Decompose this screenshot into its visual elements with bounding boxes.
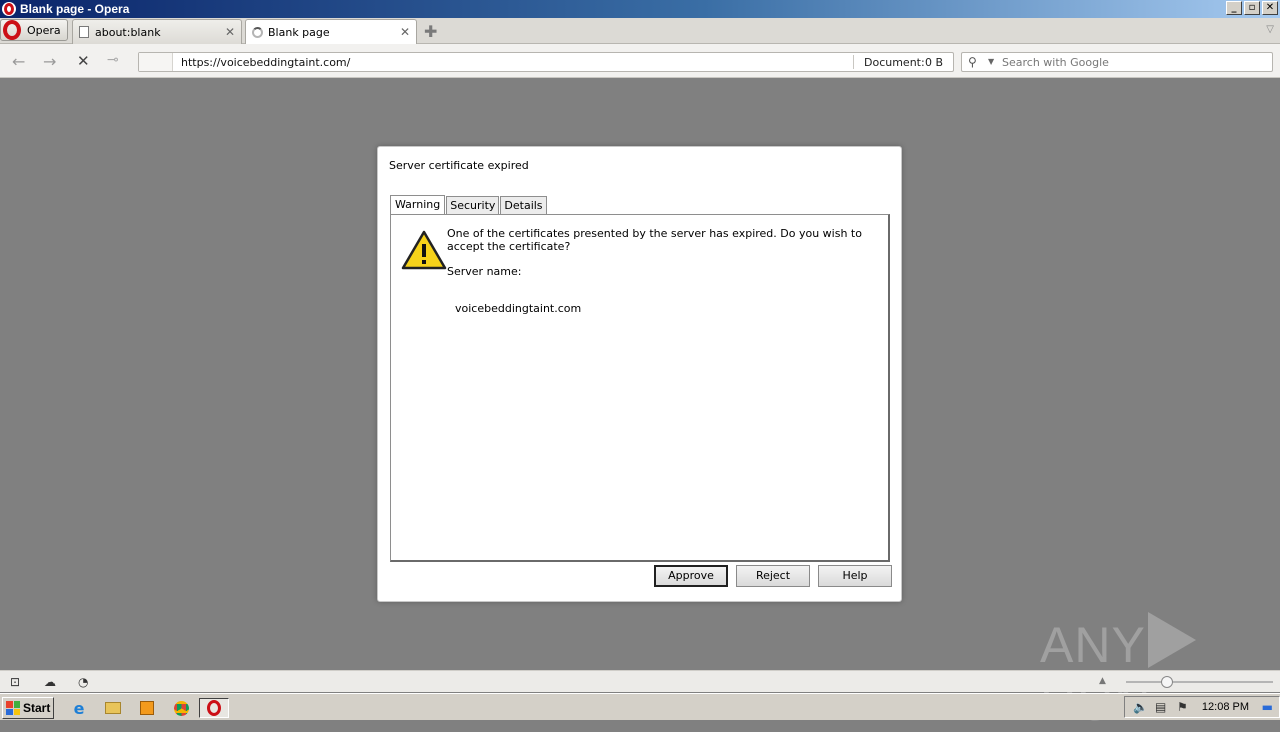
warning-triangle-icon (401, 230, 447, 270)
warning-message: One of the certificates presented by the… (447, 227, 862, 253)
warning-panel: One of the certificates presented by the… (390, 214, 890, 562)
tab-label: Blank page (268, 26, 330, 39)
maximize-button[interactable]: ▫ (1244, 1, 1260, 15)
dialog-tabs: Warning Security Details (390, 195, 548, 215)
windows-taskbar: Start e 🔈 ▤ ⚑ 12:08 PM ▬ (0, 693, 1280, 720)
zoom-slider-thumb[interactable] (1161, 676, 1173, 688)
speedometer-icon[interactable]: ◔ (78, 675, 88, 689)
magnifier-icon: ⚲ (968, 55, 977, 69)
search-field[interactable]: ⚲ ▼ Search with Google (961, 52, 1273, 72)
tab-about-blank[interactable]: about:blank ✕ (72, 19, 242, 44)
folder-icon[interactable] (102, 698, 124, 718)
clock: 12:08 PM (1201, 701, 1249, 713)
window-title: Blank page - Opera (20, 2, 130, 16)
address-bar[interactable]: https://voicebeddingtaint.com/ Document:… (138, 52, 954, 72)
forward-arrow-icon[interactable]: → (43, 52, 56, 71)
watermark-left: ANY (1040, 617, 1146, 673)
search-placeholder[interactable]: Search with Google (1002, 56, 1109, 69)
network-icon[interactable]: ▤ (1155, 700, 1166, 714)
tab-bar: Opera about:blank ✕ Blank page ✕ ✚ ▽ (0, 18, 1280, 45)
volume-icon[interactable]: 🔈 (1133, 700, 1148, 714)
server-name-value: voicebeddingtaint.com (455, 302, 582, 315)
reject-button[interactable]: Reject (736, 565, 810, 587)
panel-toggle-icon[interactable]: ⊡ (10, 675, 20, 689)
show-desktop-icon[interactable]: ▬ (1262, 700, 1273, 714)
flag-icon[interactable]: ⚑ (1177, 700, 1188, 714)
opera-logo-icon (3, 20, 21, 40)
minimize-button[interactable]: _ (1226, 1, 1242, 15)
zoom-up-icon[interactable]: ▲ (1099, 676, 1106, 686)
new-tab-icon[interactable]: ✚ (424, 22, 437, 41)
server-name-label: Server name: (447, 265, 522, 278)
status-bar: ⊡ ☁ ◔ ▲ (0, 670, 1280, 692)
site-badge[interactable] (139, 53, 173, 71)
start-button[interactable]: Start (2, 697, 54, 719)
document-size-label: Document: (864, 56, 925, 69)
tab-security[interactable]: Security (446, 196, 500, 215)
url-text[interactable]: https://voicebeddingtaint.com/ (181, 56, 350, 69)
tab-label: about:blank (95, 25, 161, 39)
approve-button[interactable]: Approve (654, 565, 728, 587)
close-button[interactable]: ✕ (1262, 1, 1278, 15)
tab-blank-page[interactable]: Blank page ✕ (245, 19, 417, 45)
address-toolbar: ← → ✕ ⊸ https://voicebeddingtaint.com/ D… (0, 44, 1280, 78)
opera-taskbar-icon[interactable] (199, 698, 229, 718)
tab-warning[interactable]: Warning (390, 195, 446, 215)
internet-explorer-icon[interactable]: e (68, 698, 90, 718)
document-size-value: 0 B (925, 56, 944, 69)
zoom-slider-track[interactable] (1126, 681, 1273, 683)
opera-logo-icon (2, 2, 16, 16)
search-engine-dropdown-icon[interactable]: ▼ (988, 57, 994, 66)
dialog-title: Server certificate expired (389, 159, 529, 172)
start-label: Start (23, 701, 51, 715)
help-button[interactable]: Help (818, 565, 892, 587)
windows-flag-icon (6, 701, 20, 715)
opera-menu-label: Opera (27, 23, 61, 37)
certificate-dialog: Server certificate expired Warning Secur… (377, 146, 902, 602)
chevron-down-icon[interactable]: ▽ (1266, 24, 1274, 35)
opera-menu-button[interactable]: Opera (0, 19, 68, 41)
chrome-icon[interactable] (170, 698, 192, 718)
loading-spinner-icon (252, 27, 263, 38)
media-player-icon[interactable] (136, 698, 158, 718)
play-icon (1147, 612, 1196, 668)
cloud-icon[interactable]: ☁ (44, 675, 56, 689)
tab-details[interactable]: Details (500, 196, 547, 215)
key-icon[interactable]: ⊸ (107, 52, 119, 68)
close-tab-icon[interactable]: ✕ (400, 25, 410, 39)
back-arrow-icon[interactable]: ← (12, 52, 25, 71)
divider (853, 55, 854, 69)
close-tab-icon[interactable]: ✕ (225, 25, 235, 39)
system-tray: 🔈 ▤ ⚑ 12:08 PM ▬ (1124, 696, 1280, 718)
stop-icon[interactable]: ✕ (77, 52, 90, 70)
page-icon (79, 26, 89, 38)
window-titlebar: Blank page - Opera _ ▫ ✕ (0, 0, 1280, 18)
